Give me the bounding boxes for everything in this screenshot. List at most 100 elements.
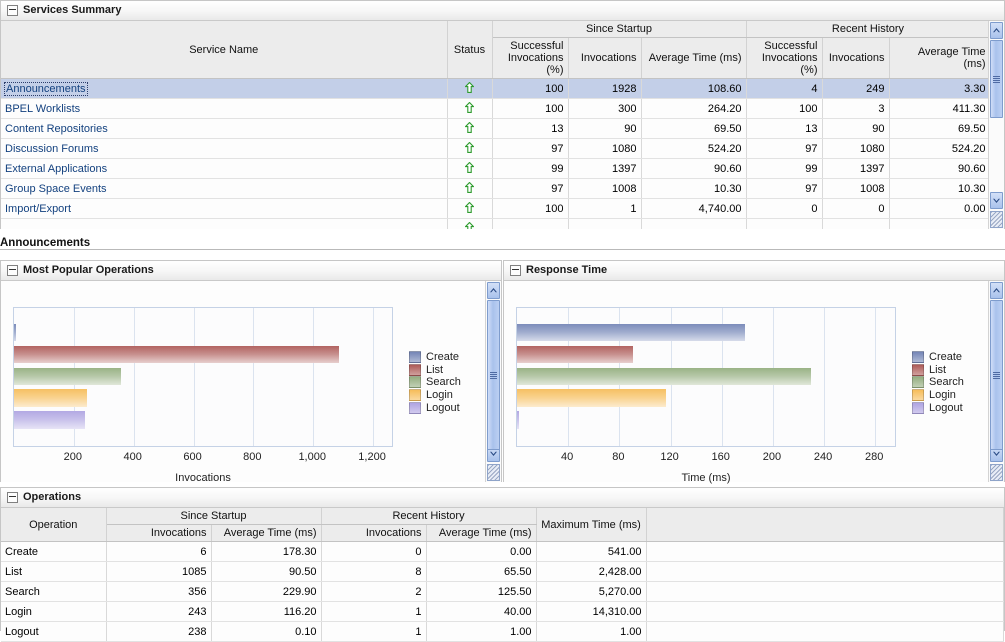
- col-rh-average-time[interactable]: Average Time (ms): [426, 525, 536, 542]
- col-ss-successful-pct[interactable]: Successful Invocations (%): [492, 38, 568, 79]
- scrollbar-thumb[interactable]: [990, 300, 1003, 450]
- scroll-up-button[interactable]: [990, 22, 1003, 39]
- services-summary-header: Services Summary: [1, 1, 1004, 21]
- table-row[interactable]: List108590.50865.502,428.00: [1, 562, 1004, 582]
- response-chart-vertical-scrollbar[interactable]: [988, 281, 1004, 482]
- scrollbar-track[interactable]: [487, 300, 500, 444]
- cell-service-name[interactable]: Content Repositories: [1, 119, 447, 139]
- col-maximum-time[interactable]: Maximum Time (ms): [536, 508, 646, 542]
- x-axis-tick-label: 600: [163, 451, 223, 463]
- popular-chart-vertical-scrollbar[interactable]: [485, 281, 501, 482]
- table-row[interactable]: Content Repositories139069.50139069.50: [1, 119, 988, 139]
- table-row[interactable]: Discussion Forums971080524.20971080524.2…: [1, 139, 988, 159]
- cell-service-name[interactable]: BPEL Worklists: [1, 99, 447, 119]
- legend-item[interactable]: Search: [409, 376, 461, 389]
- cell-service-name[interactable]: [1, 219, 447, 230]
- col-rh-average-time[interactable]: Average Time (ms): [889, 38, 988, 79]
- legend-label: List: [929, 364, 946, 376]
- col-ss-invocations[interactable]: Invocations: [568, 38, 641, 79]
- cell-ss-invocations: 243: [106, 602, 211, 622]
- bar-login[interactable]: [14, 389, 87, 407]
- legend-item[interactable]: Logout: [409, 401, 461, 414]
- legend-item[interactable]: List: [912, 364, 964, 377]
- cell-service-name[interactable]: Discussion Forums: [1, 139, 447, 159]
- legend-label: Logout: [929, 402, 963, 414]
- cell-rh-invocations: 3: [822, 99, 889, 119]
- cell-ss-invocations: [568, 219, 641, 230]
- col-ss-average-time[interactable]: Average Time (ms): [211, 525, 321, 542]
- scrollbar-track[interactable]: [990, 40, 1003, 191]
- collapse-icon[interactable]: [7, 265, 18, 276]
- scrollbar-thumb[interactable]: [487, 300, 500, 450]
- table-row[interactable]: Search356229.902125.505,270.00: [1, 582, 1004, 602]
- services-vertical-scrollbar[interactable]: [988, 21, 1004, 229]
- collapse-icon[interactable]: [7, 492, 18, 503]
- bar-create[interactable]: [14, 324, 16, 342]
- collapse-icon[interactable]: [7, 5, 18, 16]
- col-ss-average-time[interactable]: Average Time (ms): [641, 38, 746, 79]
- legend-item[interactable]: Login: [912, 389, 964, 402]
- cell-service-name[interactable]: Import/Export: [1, 199, 447, 219]
- bar-logout[interactable]: [14, 411, 85, 429]
- legend-item[interactable]: Search: [912, 376, 964, 389]
- cell-ss-successful-pct: 13: [492, 119, 568, 139]
- legend-swatch-icon: [409, 364, 421, 376]
- collapse-icon[interactable]: [510, 265, 521, 276]
- col-rh-successful-pct[interactable]: Successful Invocations (%): [746, 38, 822, 79]
- resize-grip-icon[interactable]: [487, 464, 500, 481]
- table-row[interactable]: Group Space Events97100810.3097100810.30: [1, 179, 988, 199]
- col-rh-invocations[interactable]: Invocations: [321, 525, 426, 542]
- legend-item[interactable]: Logout: [912, 401, 964, 414]
- resize-grip-icon[interactable]: [990, 211, 1003, 228]
- legend-label: Create: [929, 351, 962, 363]
- cell-service-name[interactable]: External Applications: [1, 159, 447, 179]
- legend-item[interactable]: List: [409, 364, 461, 377]
- response-time-panel: Response Time 4080120160200240280Time (m…: [503, 260, 1005, 482]
- bar-login[interactable]: [517, 389, 666, 407]
- col-ss-invocations[interactable]: Invocations: [106, 525, 211, 542]
- bar-list[interactable]: [517, 346, 633, 364]
- legend-item[interactable]: Login: [409, 389, 461, 402]
- table-row[interactable]: Import/Export10014,740.00000.00: [1, 199, 988, 219]
- scroll-up-button[interactable]: [487, 282, 500, 299]
- cell-ss-successful-pct: 97: [492, 139, 568, 159]
- cell-service-name[interactable]: Group Space Events: [1, 179, 447, 199]
- resize-grip-icon[interactable]: [990, 464, 1003, 481]
- table-row[interactable]: Announcements1001928108.6042493.30: [1, 79, 988, 99]
- cell-rh-average-time: 65.50: [426, 562, 536, 582]
- services-table-body: Announcements1001928108.6042493.30BPEL W…: [1, 79, 988, 230]
- bar-create[interactable]: [517, 324, 745, 342]
- service-name-link[interactable]: External Applications: [5, 163, 107, 175]
- service-name-link[interactable]: Import/Export: [5, 203, 71, 215]
- status-up-arrow-icon: [465, 202, 474, 213]
- table-row[interactable]: Logout2380.1011.001.00: [1, 622, 1004, 642]
- col-rh-invocations[interactable]: Invocations: [822, 38, 889, 79]
- cell-ss-invocations: 1080: [568, 139, 641, 159]
- legend-item[interactable]: Create: [912, 351, 964, 364]
- service-name-link[interactable]: Announcements: [5, 83, 87, 95]
- cell-ss-average-time: 524.20: [641, 139, 746, 159]
- col-service-name[interactable]: Service Name: [1, 21, 447, 79]
- table-row-partial[interactable]: [1, 219, 988, 230]
- service-name-link[interactable]: Discussion Forums: [5, 143, 99, 155]
- cell-service-name[interactable]: Announcements: [1, 79, 447, 99]
- scrollbar-thumb[interactable]: [990, 40, 1003, 118]
- service-name-link[interactable]: Group Space Events: [5, 183, 107, 195]
- col-operation[interactable]: Operation: [1, 508, 106, 542]
- bar-search[interactable]: [14, 368, 121, 386]
- scroll-up-button[interactable]: [990, 282, 1003, 299]
- bar-logout[interactable]: [517, 411, 519, 429]
- service-name-link[interactable]: BPEL Worklists: [5, 103, 80, 115]
- table-row[interactable]: BPEL Worklists100300264.201003411.30: [1, 99, 988, 119]
- scroll-down-button[interactable]: [990, 192, 1003, 209]
- bar-search[interactable]: [517, 368, 811, 386]
- col-status[interactable]: Status: [447, 21, 492, 79]
- status-up-arrow-icon: [465, 82, 474, 93]
- table-row[interactable]: External Applications99139790.6099139790…: [1, 159, 988, 179]
- table-row[interactable]: Create6178.3000.00541.00: [1, 542, 1004, 562]
- scrollbar-track[interactable]: [990, 300, 1003, 444]
- legend-item[interactable]: Create: [409, 351, 461, 364]
- table-row[interactable]: Login243116.20140.0014,310.00: [1, 602, 1004, 622]
- bar-list[interactable]: [14, 346, 339, 364]
- service-name-link[interactable]: Content Repositories: [5, 123, 108, 135]
